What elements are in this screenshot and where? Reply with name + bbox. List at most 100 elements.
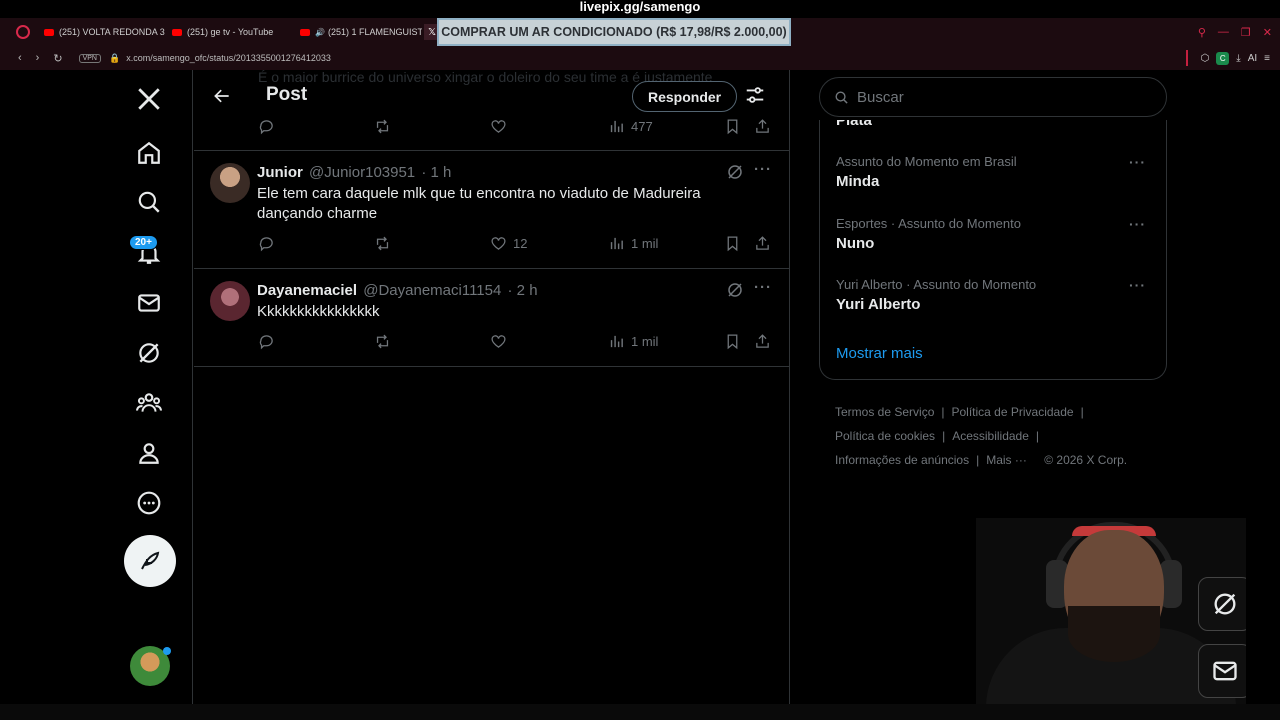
cookies-link[interactable]: Política de cookies <box>835 429 935 443</box>
user-avatar[interactable] <box>210 281 250 321</box>
display-name[interactable]: Dayanemaciel <box>257 282 357 299</box>
url-field[interactable]: x.com/samengo_ofc/status/201335500127641… <box>126 53 331 63</box>
like-stat[interactable]: 12 <box>490 235 527 252</box>
trend-name[interactable]: Plata <box>836 120 872 129</box>
browser-tab[interactable]: (251) ge tv - YouTube <box>166 18 294 46</box>
back-arrow-icon[interactable] <box>208 82 236 110</box>
youtube-icon <box>172 28 182 36</box>
explore-icon[interactable] <box>124 177 174 227</box>
share-icon[interactable] <box>754 333 771 350</box>
search-input[interactable] <box>857 88 1137 106</box>
window-controls: ⚲ — ❐ ✕ <box>1198 18 1272 46</box>
more-options-icon[interactable] <box>124 478 174 528</box>
tweet-actions: 1 mil <box>194 333 790 353</box>
more-icon[interactable]: ··· <box>754 161 772 178</box>
grok-icon[interactable] <box>726 281 744 299</box>
tweet-time[interactable]: · 1 h <box>421 164 451 181</box>
tweet-text: Kkkkkkkkkkkkkkkk <box>257 303 380 320</box>
browser-tab[interactable]: 🔊 (251) 1 FLAMENGUIST <box>294 18 422 46</box>
grok-icon[interactable] <box>726 163 744 181</box>
speaker-icon: 🔊 <box>315 27 325 37</box>
more-icon[interactable]: ··· <box>1129 277 1146 293</box>
trend-item[interactable]: Assunto do Momento em Brasil Minda ··· <box>836 154 1156 194</box>
trend-item[interactable]: Esportes · Assunto do Momento Nuno ··· <box>836 216 1156 256</box>
ai-icon[interactable]: AI <box>1248 53 1257 64</box>
close-icon[interactable]: ✕ <box>1263 26 1272 39</box>
ads-info-link[interactable]: Informações de anúncios <box>835 453 969 467</box>
copyright: © 2026 X Corp. <box>1044 453 1128 467</box>
account-avatar[interactable] <box>130 646 171 686</box>
privacy-link[interactable]: Política de Privacidade <box>952 405 1074 419</box>
separator: | <box>1080 405 1084 419</box>
more-icon[interactable]: ··· <box>1129 216 1146 232</box>
browser-address-bar: ‹ › ↻ VPN 🔒 x.com/samengo_ofc/status/201… <box>0 46 1280 70</box>
x-logo-icon[interactable] <box>124 74 174 124</box>
bookmark-icon[interactable] <box>724 235 741 252</box>
views-count: 477 <box>631 119 653 134</box>
views-count: 1 mil <box>631 236 659 251</box>
bookmark-icon[interactable] <box>724 333 741 350</box>
separator: | <box>941 405 945 419</box>
messages-icon[interactable] <box>124 278 174 328</box>
trend-item[interactable]: Yuri Alberto · Assunto do Momento Yuri A… <box>836 277 1156 317</box>
divider <box>194 366 790 367</box>
browser-tab[interactable]: (251) VOLTA REDONDA 3 <box>38 18 166 46</box>
like-icon[interactable] <box>490 118 507 135</box>
more-icon[interactable]: ··· <box>754 279 772 296</box>
forward-nav-icon[interactable]: › <box>36 52 40 65</box>
minimize-icon[interactable]: — <box>1218 26 1229 38</box>
reply-tweet[interactable]: Junior @Junior103951 · 1 h ··· Ele tem c… <box>194 151 790 269</box>
search-box[interactable] <box>819 77 1167 117</box>
vpn-badge[interactable]: VPN <box>78 53 101 63</box>
views-stat[interactable]: 1 mil <box>608 235 658 252</box>
communities-icon[interactable] <box>124 378 174 428</box>
reply-button[interactable]: Responder <box>632 81 738 112</box>
maximize-icon[interactable]: ❐ <box>1241 26 1251 39</box>
display-name[interactable]: Junior <box>257 164 303 181</box>
messages-floating-button[interactable] <box>1198 644 1246 698</box>
grok-floating-button[interactable] <box>1198 577 1246 631</box>
opera-logo-icon[interactable] <box>16 25 30 39</box>
views-stat[interactable]: 477 <box>608 118 653 135</box>
reply-icon[interactable] <box>258 235 275 252</box>
home-icon[interactable] <box>124 128 174 178</box>
more-icon[interactable]: ··· <box>1129 154 1146 170</box>
filter-settings-icon[interactable] <box>744 84 768 108</box>
views-count: 1 mil <box>631 334 659 349</box>
bookmark-icon[interactable] <box>724 118 741 135</box>
trend-name: Nuno <box>836 235 875 252</box>
accessibility-link[interactable]: Acessibilidade <box>952 429 1029 443</box>
menu-icon[interactable]: ≡ <box>1264 53 1270 64</box>
extensions-icon[interactable]: ⬡ <box>1201 53 1210 64</box>
like-icon[interactable] <box>490 333 507 350</box>
back-nav-icon[interactable]: ‹ <box>18 52 22 65</box>
download-icon[interactable]: ⤓ <box>1236 53 1240 64</box>
like-icon <box>491 237 506 250</box>
reload-icon[interactable]: ↻ <box>53 52 62 65</box>
reply-tweet[interactable]: Dayanemaciel @Dayanemaci11154 · 2 h ··· … <box>194 269 790 367</box>
repost-icon[interactable] <box>374 118 391 135</box>
user-handle[interactable]: @Junior103951 <box>309 164 415 181</box>
like-count: 12 <box>513 236 528 251</box>
profile-icon[interactable] <box>124 428 174 478</box>
repost-icon[interactable] <box>374 333 391 350</box>
grok-icon[interactable] <box>124 328 174 378</box>
tweet-actions: 12 1 mil <box>194 235 790 255</box>
compose-post-button[interactable] <box>124 535 176 587</box>
user-handle[interactable]: @Dayanemaci11154 <box>363 282 501 299</box>
user-avatar[interactable] <box>210 163 250 203</box>
terms-link[interactable]: Termos de Serviço <box>835 405 934 419</box>
repost-icon[interactable] <box>374 235 391 252</box>
more-link[interactable]: Mais ··· <box>986 453 1027 467</box>
reply-icon[interactable] <box>258 118 275 135</box>
reply-icon[interactable] <box>258 333 275 350</box>
extension-c-icon[interactable]: C <box>1216 51 1230 65</box>
share-icon[interactable] <box>754 118 771 135</box>
views-stat[interactable]: 1 mil <box>608 333 658 350</box>
share-icon[interactable] <box>754 235 771 252</box>
search-icon[interactable]: ⚲ <box>1198 26 1206 39</box>
show-more-link[interactable]: Mostrar mais <box>836 345 923 362</box>
tweet-time[interactable]: · 2 h <box>508 282 538 299</box>
page-title: Post <box>266 84 308 105</box>
tweet-header: Dayanemaciel @Dayanemaci11154 · 2 h <box>257 282 538 299</box>
